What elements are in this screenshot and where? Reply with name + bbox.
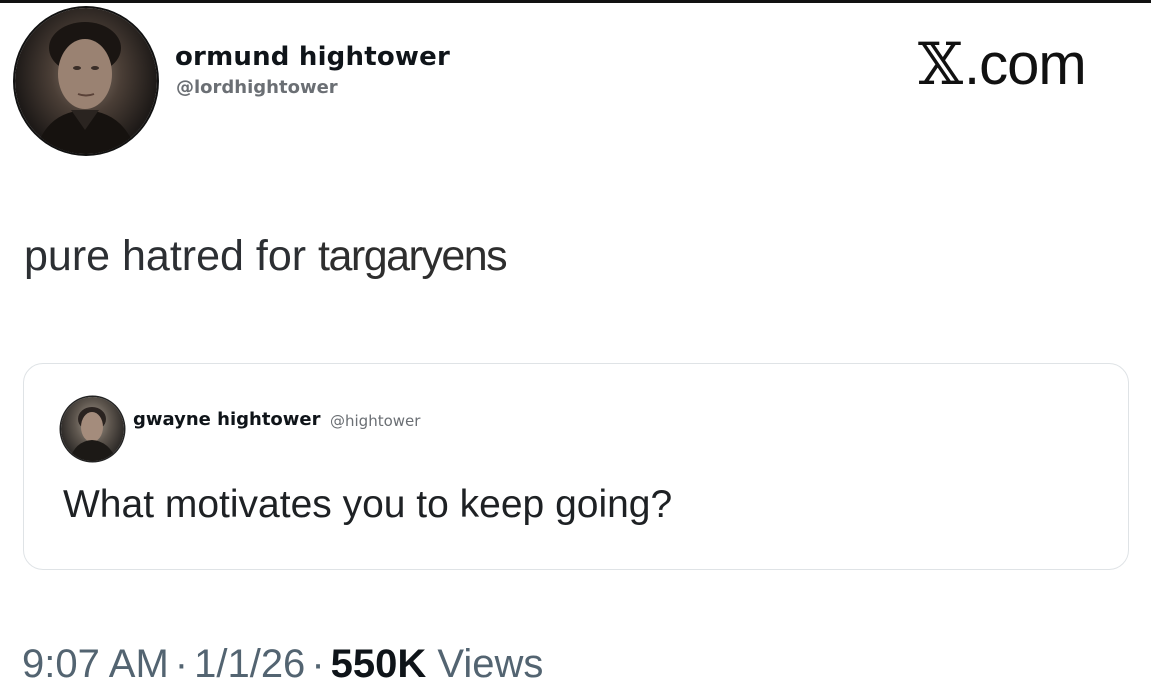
quoted-author-name[interactable]: gwayne hightower (133, 409, 321, 430)
quoted-avatar-portrait (69, 407, 117, 461)
x-brand-logo: 𝕏.com (918, 30, 1087, 98)
tweet-date[interactable]: 1/1/26 (194, 642, 305, 686)
views-count[interactable]: 550K (331, 642, 427, 686)
tweet-text: pure hatred for targaryens (24, 232, 508, 281)
meta-separator: · (174, 642, 189, 686)
author-handle[interactable]: @lordhightower (176, 77, 338, 98)
author-avatar-portrait (35, 22, 137, 154)
quoted-author-handle[interactable]: @hightower (330, 412, 420, 430)
quoted-tweet-text: What motivates you to keep going? (63, 483, 673, 526)
quoted-tweet-card[interactable] (23, 363, 1129, 570)
top-border (0, 0, 1151, 3)
tweet-meta: 9:07 AM · 1/1/26 · 550K Views (22, 642, 543, 687)
meta-separator: · (311, 642, 325, 686)
author-name[interactable]: ormund hightower (175, 42, 450, 72)
tweet-text-tail: targaryens (318, 232, 508, 280)
quoted-author-avatar[interactable] (61, 397, 124, 461)
x-logo-icon: 𝕏 (918, 30, 963, 98)
views-label: Views (437, 642, 544, 686)
brand-domain: .com (964, 32, 1087, 97)
author-avatar[interactable] (15, 8, 157, 154)
tweet-time[interactable]: 9:07 AM (22, 642, 169, 686)
tweet-text-main: pure hatred for (24, 232, 319, 280)
